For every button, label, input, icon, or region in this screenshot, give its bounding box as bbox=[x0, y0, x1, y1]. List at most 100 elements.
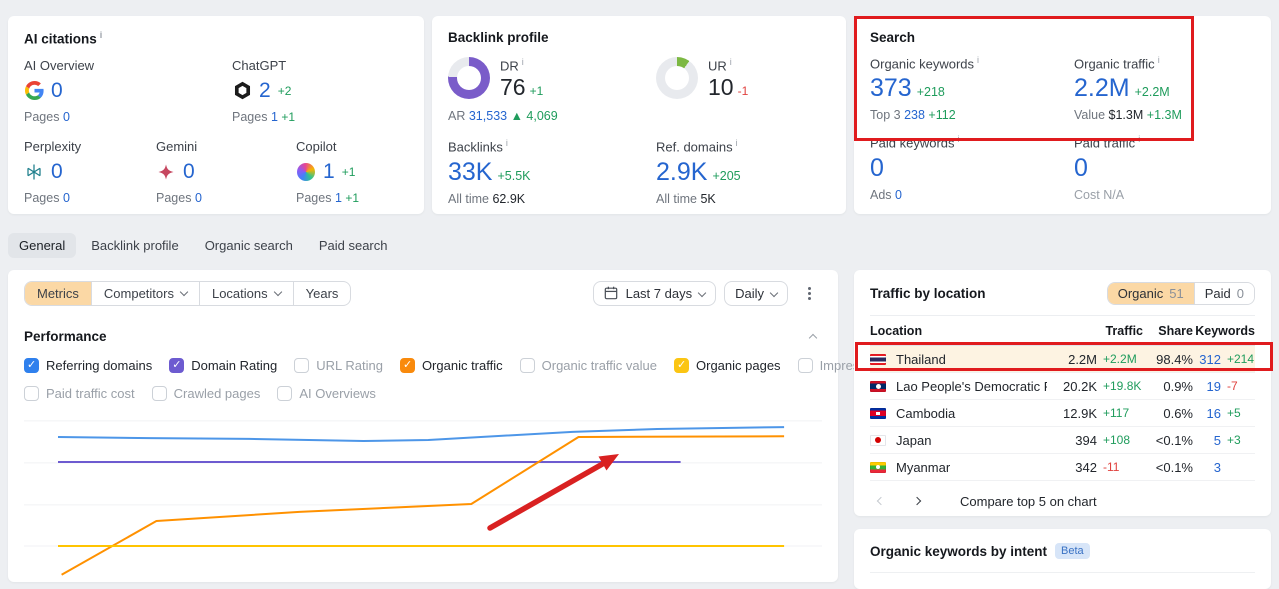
keywords-count[interactable]: 19 bbox=[1193, 379, 1221, 394]
organic-traffic-value[interactable]: 2.2M +2.2M bbox=[1074, 74, 1255, 103]
metric-checkbox-organic-traffic[interactable]: Organic traffic bbox=[399, 358, 503, 373]
ai-item-value[interactable]: 0 bbox=[51, 160, 63, 184]
table-row-laos[interactable]: Lao People's Democratic Reput 20.2K +19.… bbox=[870, 373, 1255, 400]
backlinks-label: Backlinks bbox=[448, 139, 503, 155]
gemini-icon bbox=[156, 162, 176, 182]
compare-top5-link[interactable]: Compare top 5 on chart bbox=[960, 494, 1097, 509]
ai-item-value[interactable]: 2 bbox=[259, 79, 271, 103]
traffic-value: 394 bbox=[1075, 432, 1097, 448]
location-name[interactable]: Lao People's Democratic Reput bbox=[888, 379, 1047, 394]
metric-checkbox-url-rating[interactable]: URL Rating bbox=[294, 358, 383, 373]
metric-checkbox-organic-traffic-value[interactable]: Organic traffic value bbox=[519, 358, 657, 373]
toggle-paid[interactable]: Paid 0 bbox=[1193, 283, 1254, 304]
ai-item-perplexity: Perplexity 0 Pages 0 bbox=[24, 139, 156, 205]
keywords-delta: -7 bbox=[1227, 379, 1238, 393]
ai-item-value[interactable]: 0 bbox=[183, 160, 195, 184]
keywords-by-intent-card: Organic keywords by intent Beta bbox=[854, 529, 1271, 589]
previous-page-button[interactable] bbox=[870, 490, 892, 512]
metric-label: Referring domains bbox=[46, 358, 153, 373]
ur-delta: -1 bbox=[737, 84, 749, 99]
right-column: Traffic by location Organic 51 Paid 0 Loca… bbox=[854, 270, 1271, 589]
location-name[interactable]: Thailand bbox=[888, 352, 1047, 367]
date-range-button[interactable]: Last 7 days bbox=[592, 280, 717, 306]
segment-competitors[interactable]: Competitors bbox=[92, 281, 200, 305]
share-value: <0.1% bbox=[1155, 432, 1193, 448]
keywords-count[interactable]: 312 bbox=[1193, 352, 1221, 367]
table-row-thailand[interactable]: Thailand 2.2M +2.2M 98.4% 312 +214 bbox=[870, 346, 1255, 373]
ai-item-value[interactable]: 0 bbox=[51, 79, 63, 103]
paid-traffic-block: Paid traffic 0 Cost N/A bbox=[1074, 134, 1255, 202]
ai-row-1: AI Overview 0 Pages 0 ChatGPT 2 +2 Pages… bbox=[24, 58, 408, 124]
ai-item-gemini: Gemini 0 Pages 0 bbox=[156, 139, 296, 205]
pages-delta: +1 bbox=[345, 190, 360, 205]
organic-keywords-delta: +218 bbox=[916, 85, 945, 100]
location-name[interactable]: Japan bbox=[888, 433, 1047, 448]
paid-keywords-value[interactable]: 0 bbox=[870, 154, 1074, 183]
checkbox-icon bbox=[519, 358, 535, 373]
ai-item-value[interactable]: 1 bbox=[323, 160, 335, 184]
backlinks-value[interactable]: 33K +5.5K bbox=[448, 158, 656, 187]
ads-count[interactable]: 0 bbox=[895, 188, 902, 202]
granularity-label: Daily bbox=[735, 285, 764, 301]
segment-years[interactable]: Years bbox=[294, 282, 351, 305]
granularity-button[interactable]: Daily bbox=[724, 280, 788, 306]
paid-traffic-value[interactable]: 0 bbox=[1074, 154, 1255, 183]
tab-organic-search[interactable]: Organic search bbox=[194, 233, 304, 258]
pages-count[interactable]: 0 bbox=[63, 191, 70, 205]
metric-checkbox-organic-pages[interactable]: Organic pages bbox=[674, 358, 781, 373]
pages-count[interactable]: 1 bbox=[335, 191, 342, 205]
collapse-section-button[interactable] bbox=[804, 327, 822, 345]
metric-label: Organic traffic bbox=[421, 358, 503, 373]
ref-domains-label: Ref. domains bbox=[656, 139, 733, 155]
paid-keywords-block: Paid keywords 0 Ads 0 bbox=[870, 134, 1074, 202]
table-row-cambodia[interactable]: Cambodia 12.9K +117 0.6% 16 +5 bbox=[870, 400, 1255, 427]
ur-label: UR bbox=[708, 58, 727, 74]
paid-keywords-label: Paid keywords bbox=[870, 135, 955, 151]
ai-citations-title: AI citations bbox=[24, 30, 408, 47]
pages-count[interactable]: 1 bbox=[271, 110, 278, 124]
column-keywords: Keywords bbox=[1195, 324, 1255, 338]
segment-locations[interactable]: Locations bbox=[200, 281, 294, 305]
checkbox-icon bbox=[797, 358, 813, 373]
table-row-japan[interactable]: Japan 394 +108 <0.1% 5 +3 bbox=[870, 427, 1255, 454]
metric-checkbox-domain-rating[interactable]: Domain Rating bbox=[169, 358, 277, 373]
table-row-myanmar[interactable]: Myanmar 342 -11 <0.1% 3 bbox=[870, 454, 1255, 481]
pages-count[interactable]: 0 bbox=[195, 191, 202, 205]
tab-backlink-profile[interactable]: Backlink profile bbox=[80, 233, 189, 258]
flag-japan-icon bbox=[870, 434, 886, 446]
keywords-count[interactable]: 16 bbox=[1193, 406, 1221, 421]
metric-checkbox-referring-domains[interactable]: Referring domains bbox=[24, 358, 152, 373]
perplexity-icon bbox=[24, 162, 44, 182]
keywords-delta: +5 bbox=[1227, 406, 1241, 420]
search-card: Search Organic keywords 373+218 Top 3 23… bbox=[854, 16, 1271, 214]
location-name[interactable]: Myanmar bbox=[888, 460, 1047, 475]
keywords-count[interactable]: 5 bbox=[1193, 433, 1221, 448]
backlinks-delta: +5.5K bbox=[497, 168, 531, 183]
flag-cambodia-icon bbox=[870, 407, 886, 419]
more-options-button[interactable] bbox=[796, 280, 822, 306]
top3-value[interactable]: 238 bbox=[904, 108, 925, 122]
share-value: 0.9% bbox=[1163, 378, 1193, 394]
metric-checkbox-row-1: Referring domains Domain Rating URL Rati… bbox=[24, 358, 990, 373]
location-name[interactable]: Cambodia bbox=[888, 406, 1047, 421]
ar-value[interactable]: 31,533 bbox=[469, 109, 507, 123]
keywords-count[interactable]: 3 bbox=[1193, 460, 1221, 475]
checkbox-icon bbox=[169, 358, 185, 373]
dr-label: DR bbox=[500, 58, 519, 74]
top3-delta: +112 bbox=[928, 108, 956, 123]
checkbox-icon bbox=[24, 358, 39, 373]
dashboard-page: AI citations AI Overview 0 Pages 0 ChatG… bbox=[0, 0, 1279, 589]
segment-metrics[interactable]: Metrics bbox=[25, 281, 92, 305]
dr-delta: +1 bbox=[529, 84, 544, 99]
organic-keywords-value[interactable]: 373 +218 bbox=[870, 74, 1074, 103]
ref-domains-value[interactable]: 2.9K +205 bbox=[656, 158, 830, 187]
copilot-icon bbox=[296, 162, 316, 182]
card-title: Traffic by location bbox=[870, 286, 986, 301]
tab-general[interactable]: General bbox=[8, 233, 77, 258]
toggle-organic[interactable]: Organic 51 bbox=[1107, 283, 1194, 304]
next-page-button[interactable] bbox=[906, 490, 928, 512]
tab-paid-search[interactable]: Paid search bbox=[308, 233, 399, 258]
chevron-left-icon bbox=[876, 496, 886, 506]
pages-count[interactable]: 0 bbox=[63, 110, 70, 124]
ai-row-2: Perplexity 0 Pages 0 Gemini 0 Pages 0 Co… bbox=[24, 139, 408, 205]
